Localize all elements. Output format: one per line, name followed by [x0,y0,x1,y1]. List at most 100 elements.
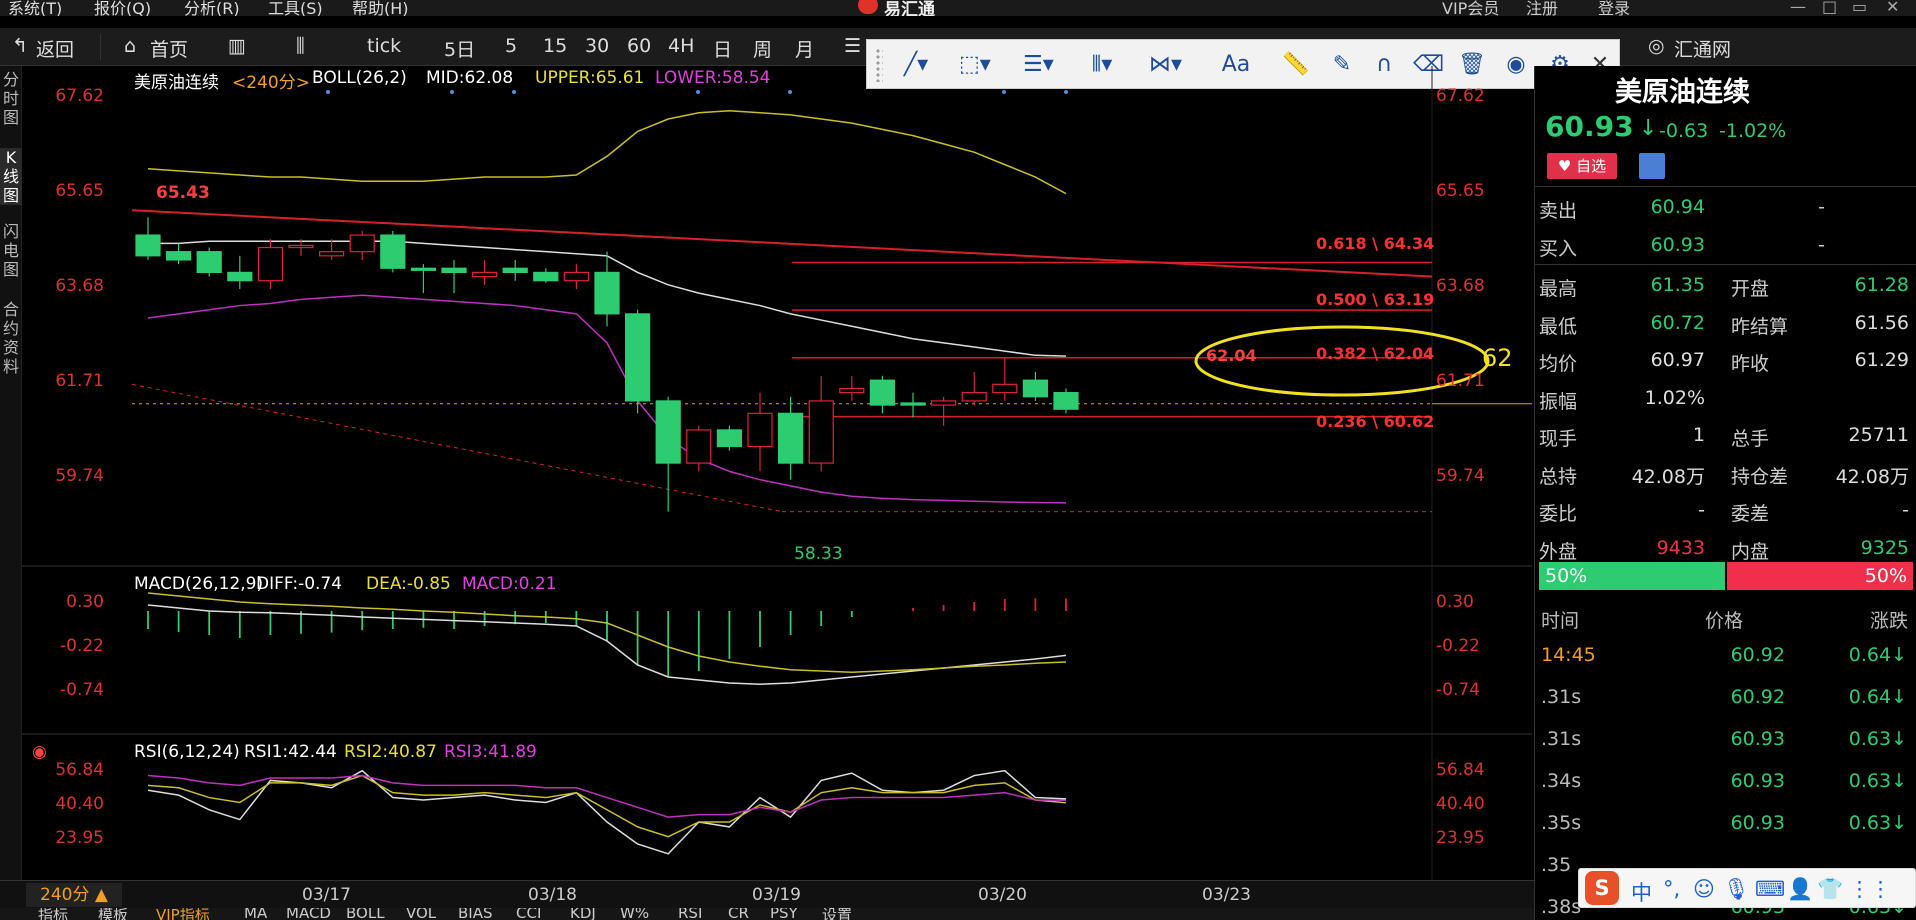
tab-boll[interactable]: BOLL [346,908,385,920]
tab-indicator[interactable]: 指标 [38,908,68,920]
punctuation-icon[interactable]: °, [1663,877,1680,901]
period-week[interactable]: 周 [753,35,772,62]
tab-vol[interactable]: VOL [406,908,436,920]
period-tick[interactable]: tick [367,35,401,57]
period-month[interactable]: 月 [795,35,814,62]
home-button[interactable]: 首页 [150,35,188,62]
close-window-icon[interactable]: ✕ [1886,0,1904,16]
ticks-header-price: 价格 [1705,610,1744,632]
boll-lower-line [147,294,1067,504]
signal-dot [788,90,792,94]
restore-icon[interactable]: ▭ [1852,0,1870,16]
tab-macd[interactable]: MACD [286,908,331,920]
tab-contract-info[interactable]: 合约资料 [0,300,22,376]
stat-row: 最高 61.35 开盘 61.28 [1535,266,1916,303]
user-icon[interactable]: 👤 [1787,877,1813,902]
sell-price: 60.94 [1650,196,1705,218]
apps-icon[interactable]: ⋮⋮ [1849,877,1891,901]
stat-label: 外盘 [1539,540,1578,563]
register-link[interactable]: 注册 [1526,0,1558,16]
period-4h[interactable]: 4H [668,35,694,57]
tab-settings[interactable]: 设置 [822,908,852,920]
sogou-logo-icon[interactable]: S [1585,871,1619,905]
panel-divider [1535,264,1916,265]
bars-chart-icon[interactable]: ▥ [228,35,246,57]
stat-label: 最高 [1539,278,1578,300]
period-5min[interactable]: 5 [505,35,517,57]
buy-label: 买入 [1539,238,1578,260]
buy-price: 60.93 [1650,234,1705,256]
tab-bias[interactable]: BIAS [458,908,493,920]
toolbar-divider [100,34,101,60]
down-arrow-icon: ↓ [1639,116,1658,141]
tick-price: 60.92 [1730,644,1785,666]
candle-body [869,379,896,406]
microphone-icon[interactable]: 🎙 [1723,877,1750,902]
rsi-tick-left: 40.40 [55,794,104,814]
tab-template[interactable]: 模板 [98,908,128,920]
chart-area[interactable]: 美原油连续 <240分> BOLL(26,2) MID:62.08 UPPER:… [22,66,1532,906]
stat-row: 振幅 1.02% [1535,379,1916,416]
alert-bell-icon[interactable] [1639,153,1665,179]
list-icon[interactable]: ☰ [844,35,861,57]
minimize-icon[interactable]: — [1790,0,1808,16]
signal-dot [450,90,454,94]
stat-value: 9433 [1656,536,1705,559]
shirt-icon[interactable]: 👕 [1817,877,1843,902]
tab-cci[interactable]: CCI [516,908,541,920]
tab-flash[interactable]: 闪电图 [0,222,22,279]
stat-value-2: 25711 [1848,424,1909,446]
menu-system[interactable]: 系统(T) [8,0,62,16]
tab-kdj[interactable]: KDJ [570,908,596,920]
tab-w[interactable]: W% [620,908,649,920]
period-30min[interactable]: 30 [585,35,609,57]
candle-body [319,251,345,257]
chinese-mode-icon[interactable]: 中 [1631,877,1652,907]
vip-link[interactable]: VIP会员 [1442,0,1499,16]
tick-time: .35 [1541,854,1572,876]
menu-analysis[interactable]: 分析(R) [184,0,240,16]
fx678-logo-icon[interactable]: ◎ [1648,35,1665,57]
tab-rsi[interactable]: RSI [678,908,702,920]
tab-timeshare[interactable]: 分时图 [0,70,22,127]
emoji-icon[interactable]: ☺ [1693,877,1715,901]
stat-value-2: 61.28 [1854,274,1909,296]
stat-label-2: 内盘 [1731,540,1770,563]
menu-tools[interactable]: 工具(S) [268,0,323,16]
period-5day[interactable]: 5日 [444,35,475,62]
candle-body [747,412,773,448]
login-link[interactable]: 登录 [1598,0,1630,16]
back-button[interactable]: 返回 [36,35,74,62]
price-tick-left: 65.65 [55,181,104,201]
site-link[interactable]: 汇通网 [1674,35,1731,62]
add-favorite-button[interactable]: ♥ 自选 [1547,153,1617,179]
signal-dot [326,90,330,94]
back-icon[interactable]: ↰ [12,35,28,57]
candle-chart-icon[interactable]: ⫼ [296,35,305,57]
candle-body [380,234,406,269]
tab-psy[interactable]: PSY [770,908,798,920]
keyboard-icon[interactable]: ⌨ [1755,877,1785,901]
price-tick-right: 63.68 [1436,276,1485,296]
indicator-tabs: 指标 模板 VIP指标 MA MACD BOLL VOL BIAS CCI KD… [0,908,1534,920]
tab-cr[interactable]: CR [728,908,749,920]
stat-value: 60.97 [1650,349,1705,371]
date-label: 03/19 [752,885,801,905]
stat-value-2: - [1902,499,1909,521]
tick-row: .35s 60.93 0.63↓ [1535,802,1916,844]
tab-kline[interactable]: K线图 [0,148,22,205]
candle-body [961,392,987,402]
period-60min[interactable]: 60 [627,35,651,57]
boll-label: BOLL(26,2) [312,68,407,88]
period-15min[interactable]: 15 [543,35,567,57]
tab-ma[interactable]: MA [244,908,267,920]
macd-tick-left: 0.30 [66,592,104,612]
tab-vip-indicator[interactable]: VIP指标 [156,908,210,920]
menu-quote[interactable]: 报价(Q) [94,0,151,16]
home-icon[interactable]: ⌂ [124,35,136,57]
macd-tick-left: -0.74 [60,680,104,700]
period-day[interactable]: 日 [713,35,732,62]
menu-help[interactable]: 帮助(H) [352,0,409,16]
maximize-icon[interactable]: □ [1822,0,1840,16]
period-selector[interactable]: 240分 ▲ [26,883,122,907]
